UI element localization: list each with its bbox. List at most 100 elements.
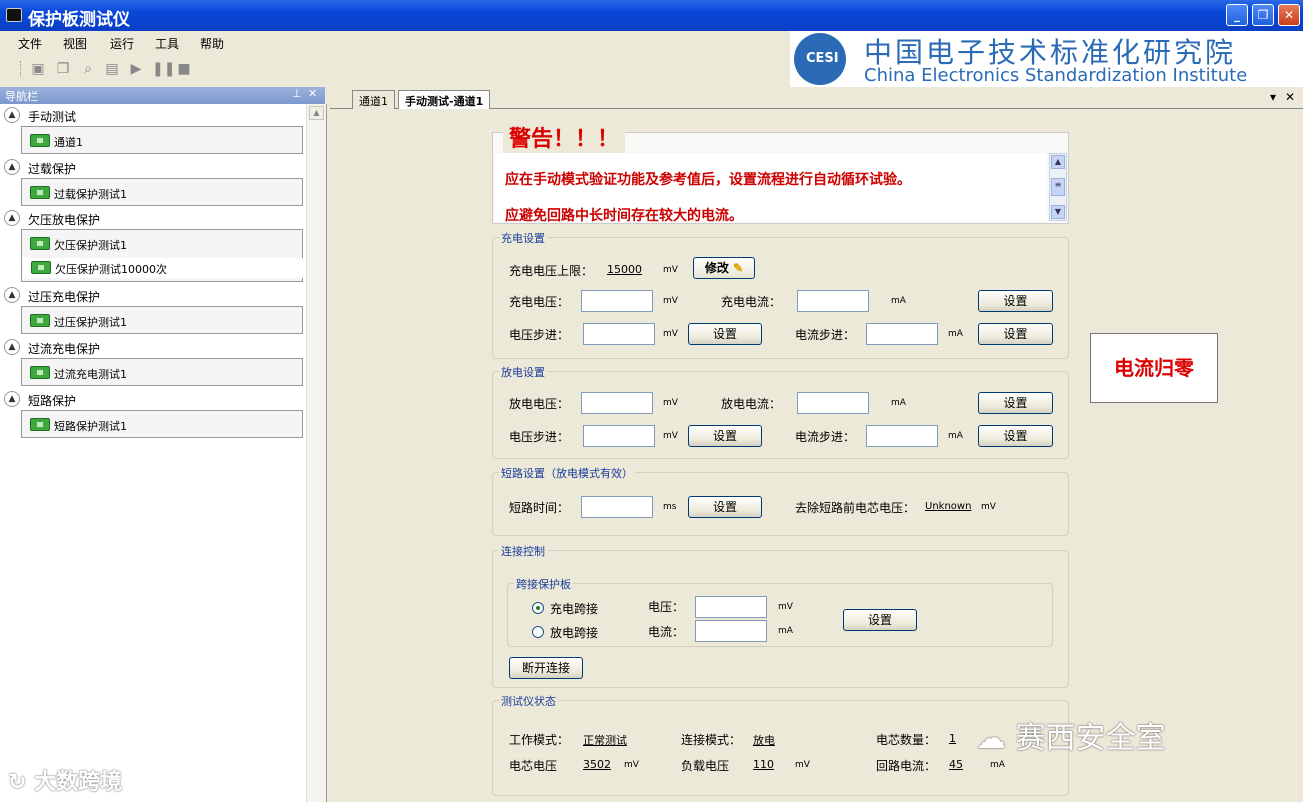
discharge-bridge-radio[interactable]: [532, 626, 544, 638]
discharge-istep-input[interactable]: [866, 425, 938, 447]
collapse-icon[interactable]: ▲: [4, 339, 20, 355]
window-title: 保护板测试仪: [28, 10, 130, 30]
warning-line-2: 应避免回路中长时间存在较大的电流。: [505, 208, 743, 224]
collapse-icon[interactable]: ▲: [4, 391, 20, 407]
cell-count-value: 1: [949, 732, 956, 745]
nav-scrollbar[interactable]: ▲: [306, 104, 326, 802]
bridge-voltage-input[interactable]: [695, 596, 767, 618]
nav-item-short-test1[interactable]: 短路保护测试1: [30, 415, 300, 435]
stop-icon[interactable]: ■: [176, 61, 192, 77]
disconnect-button[interactable]: 断开连接: [509, 657, 583, 679]
connection-mode-value: 放电: [753, 734, 775, 747]
play-icon[interactable]: ▶: [128, 61, 144, 77]
tab-dropdown-icon[interactable]: ▾: [1270, 90, 1276, 104]
bridge-board-group: 跨接保护板 充电跨接 放电跨接 电压： mV 电流： mA 设置: [507, 576, 1053, 647]
discharge-voltage-label: 放电电压：: [509, 397, 570, 411]
tab-manual-channel1[interactable]: 手动测试-通道1: [398, 90, 491, 110]
connection-mode-label: 连接模式：: [681, 733, 742, 747]
tester-status-title: 测试仪状态: [499, 693, 558, 709]
discharge-voltage-input[interactable]: [581, 392, 653, 414]
manual-test-panel: 警告！！！ 应在手动模式验证功能及参考值后，设置流程进行自动循环试验。 应避免回…: [330, 109, 1303, 802]
discharge-current-input[interactable]: [797, 392, 869, 414]
search-icon[interactable]: ⌕: [80, 61, 96, 77]
charge-vstep-label: 电压步进：: [509, 328, 570, 342]
nav-item-overcurrent-test1[interactable]: 过流充电测试1: [30, 363, 300, 383]
nav-close-icon[interactable]: ✕: [308, 87, 317, 100]
charge-voltage-label: 充电电压：: [509, 295, 570, 309]
collapse-icon[interactable]: ▲: [4, 210, 20, 226]
tab-channel1[interactable]: 通道1: [352, 90, 395, 109]
charge-istep-input[interactable]: [866, 323, 938, 345]
discharge-vstep-input[interactable]: [583, 425, 655, 447]
menu-tools[interactable]: 工具: [155, 35, 179, 52]
nav-item-undervoltage-test1[interactable]: 欠压保护测试1: [30, 234, 300, 254]
short-time-unit: ms: [663, 502, 677, 512]
toolbar-grip: [20, 61, 24, 77]
bridge-set-button[interactable]: 设置: [843, 609, 917, 631]
discharge-vstep-label: 电压步进：: [509, 430, 570, 444]
clipboard-icon[interactable]: ▤: [104, 61, 120, 77]
nav-item-undervoltage-10000[interactable]: 欠压保护测试10000次: [23, 258, 303, 278]
current-zero-button[interactable]: 电流归零: [1090, 333, 1218, 403]
close-button[interactable]: ✕: [1278, 4, 1300, 26]
charge-settings-group: 充电设置 充电电压上限： 15000 mV 修改 ✎ 充电电压： mV 充电电流…: [492, 230, 1069, 359]
warning-title: 警告！！！: [503, 121, 626, 153]
wechat-icon: ☁: [976, 721, 1006, 756]
discharge-vstep-set-button[interactable]: 设置: [688, 425, 762, 447]
menu-view[interactable]: 视图: [63, 35, 87, 52]
charge-istep-set-button[interactable]: 设置: [978, 323, 1053, 345]
pause-icon[interactable]: ❚❚: [152, 61, 175, 77]
scroll-up-icon[interactable]: ▲: [309, 106, 324, 120]
menu-file[interactable]: 文件: [18, 35, 42, 52]
nav-item-overload-test1[interactable]: 过载保护测试1: [30, 183, 300, 203]
short-time-set-button[interactable]: 设置: [688, 496, 762, 518]
charge-voltage-input[interactable]: [581, 290, 653, 312]
short-time-label: 短路时间：: [509, 501, 570, 515]
discharge-current-label: 放电电流：: [721, 397, 782, 411]
collapse-icon[interactable]: ▲: [4, 287, 20, 303]
nav-sidebar: ▲ ▲ 手动测试 通道1 ▲ 过载保护 过载保护测试1 ▲ 欠压放电保护 欠压保…: [0, 104, 327, 802]
scroll-thumb[interactable]: ≡: [1051, 178, 1065, 196]
channel-icon: [31, 261, 51, 274]
menu-help[interactable]: 帮助: [200, 35, 224, 52]
scroll-down-icon[interactable]: ▼: [1051, 205, 1065, 219]
charge-current-input[interactable]: [797, 290, 869, 312]
collapse-icon[interactable]: ▲: [4, 159, 20, 175]
save-icon[interactable]: ▣: [30, 61, 46, 77]
channel-icon: [30, 237, 50, 250]
charge-vstep-input[interactable]: [583, 323, 655, 345]
nav-item-overvoltage-test1[interactable]: 过压保护测试1: [30, 311, 300, 331]
modify-button[interactable]: 修改 ✎: [693, 257, 755, 279]
charge-current-label: 充电电流：: [721, 295, 782, 309]
load-voltage-value: 110: [753, 758, 774, 771]
discharge-istep-set-button[interactable]: 设置: [978, 425, 1053, 447]
discharge-vi-set-button[interactable]: 设置: [978, 392, 1053, 414]
menu-run[interactable]: 运行: [110, 35, 134, 52]
charge-limit-label: 充电电压上限：: [509, 264, 594, 278]
charge-vi-set-button[interactable]: 设置: [978, 290, 1053, 312]
restore-button[interactable]: ❐: [1252, 4, 1274, 26]
nav-group-items: 过压保护测试1: [21, 306, 303, 334]
warning-scrollbar[interactable]: ▲ ≡ ▼: [1049, 153, 1067, 221]
windows-icon[interactable]: ❐: [55, 61, 71, 77]
charge-limit-unit: mV: [663, 265, 678, 275]
toolbar: ▣ ❐ ⌕ ▤ ▶ ❚❚ ■: [0, 57, 300, 83]
charge-vstep-set-button[interactable]: 设置: [688, 323, 762, 345]
tab-close-icon[interactable]: ✕: [1285, 90, 1295, 104]
cesi-logo: CESI 中国电子技术标准化研究院 China Electronics Stan…: [790, 31, 1303, 87]
minimize-button[interactable]: _: [1226, 4, 1248, 26]
scroll-up-icon[interactable]: ▲: [1051, 155, 1065, 169]
bridge-current-input[interactable]: [695, 620, 767, 642]
nav-item-channel1[interactable]: 通道1: [30, 131, 300, 151]
warning-text-area: 应在手动模式验证功能及参考值后，设置流程进行自动循环试验。 应避免回路中长时间存…: [495, 153, 1047, 224]
short-settings-group: 短路设置（放电模式有效） 短路时间： ms 设置 去除短路前电芯电压： Unkn…: [492, 465, 1069, 536]
collapse-icon[interactable]: ▲: [4, 107, 20, 123]
discharge-settings-group: 放电设置 放电电压： mV 放电电流： mA 设置 电压步进： mV 设置 电流…: [492, 364, 1069, 459]
cell-voltage-value: 3502: [583, 758, 611, 771]
charge-istep-unit: mA: [948, 329, 963, 339]
pin-icon[interactable]: ⊥: [292, 87, 302, 100]
logo-en-text: China Electronics Standardization Instit…: [864, 65, 1248, 86]
short-time-input[interactable]: [581, 496, 653, 518]
nav-title: 导航栏: [5, 90, 38, 103]
charge-bridge-radio[interactable]: [532, 602, 544, 614]
